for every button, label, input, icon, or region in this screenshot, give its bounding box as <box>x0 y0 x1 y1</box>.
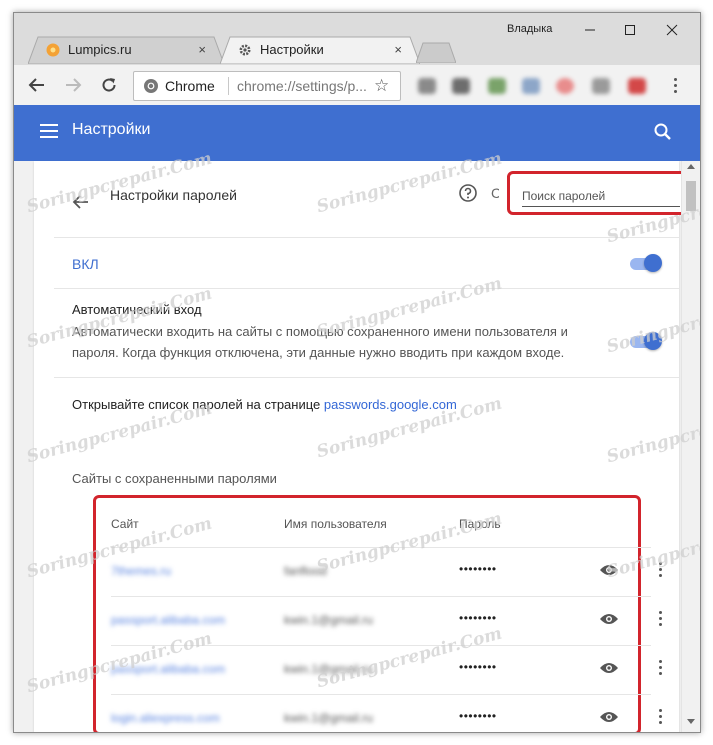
omnibox-scheme: Chrome <box>165 78 215 94</box>
settings-header: Настройки <box>14 105 700 161</box>
orange-flower-favicon <box>46 43 60 57</box>
reload-icon <box>102 78 116 92</box>
row-password: •••••••• <box>459 562 497 576</box>
autologin-title: Автоматический вход <box>72 302 202 317</box>
eye-icon[interactable] <box>599 563 619 577</box>
minimize-icon[interactable] <box>570 17 610 43</box>
row-username: kwin.1@gmail.ru <box>284 613 373 627</box>
row-site[interactable]: 7themes.ru <box>111 564 171 578</box>
search-icon[interactable] <box>652 121 674 143</box>
new-tab-button[interactable] <box>416 41 456 63</box>
password-manager-toggle[interactable] <box>628 253 664 273</box>
extension-icon[interactable] <box>522 78 540 94</box>
row-username: kwin.1@gmail.ru <box>284 711 373 725</box>
password-search-highlight <box>507 171 687 215</box>
column-header-password: Пароль <box>459 517 501 531</box>
eye-icon[interactable] <box>599 661 619 675</box>
row-password: •••••••• <box>459 660 497 674</box>
extension-icon[interactable] <box>452 78 470 94</box>
reload-button[interactable] <box>98 74 120 96</box>
extension-icon[interactable] <box>488 78 506 94</box>
tab-close-icon[interactable]: × <box>394 42 402 57</box>
table-row: passport.alibaba.com kwin.1@gmail.ru •••… <box>111 596 671 645</box>
scroll-up-icon[interactable] <box>687 164 695 169</box>
star-icon[interactable]: ☆ <box>374 76 389 96</box>
password-search-input[interactable] <box>522 186 680 207</box>
arrow-left-icon <box>28 78 44 92</box>
autologin-description: Автоматически входить на сайты с помощью… <box>72 324 568 360</box>
profile-name[interactable]: Владыка <box>507 23 552 35</box>
hamburger-menu-icon[interactable] <box>40 124 58 138</box>
tab-title: Настройки <box>260 42 324 57</box>
omnibox-divider <box>228 77 229 95</box>
row-username: kwin.1@gmail.ru <box>284 662 373 676</box>
saved-passwords-heading: Сайты с сохраненными паролями <box>72 471 277 486</box>
more-actions-icon[interactable] <box>657 660 663 678</box>
divider <box>54 237 679 238</box>
more-actions-icon[interactable] <box>657 611 663 629</box>
address-bar[interactable]: Chrome chrome://settings/p... ☆ <box>133 71 401 101</box>
extension-icon[interactable] <box>556 78 574 94</box>
row-password: •••••••• <box>459 611 497 625</box>
tab-settings[interactable]: Настройки × <box>220 36 420 64</box>
table-row: 7themes.ru fanflood •••••••• <box>111 547 671 596</box>
browser-toolbar: Chrome chrome://settings/p... ☆ <box>14 65 700 106</box>
scrollbar[interactable] <box>681 161 700 732</box>
omnibox-url: chrome://settings/p... <box>237 78 367 94</box>
chrome-icon <box>144 79 158 93</box>
tab-lumpics[interactable]: Lumpics.ru × <box>28 36 224 64</box>
close-icon[interactable] <box>652 17 692 43</box>
row-password: •••••••• <box>459 709 497 723</box>
arrow-right-icon <box>66 78 82 92</box>
eye-icon[interactable] <box>599 710 619 724</box>
passwords-google-link[interactable]: passwords.google.com <box>324 397 457 412</box>
divider <box>54 377 679 378</box>
more-actions-icon[interactable] <box>657 562 663 580</box>
password-manager-status: ВКЛ <box>72 256 99 272</box>
eye-icon[interactable] <box>599 612 619 626</box>
subpage-title: Настройки паролей <box>110 187 237 203</box>
row-site[interactable]: login.aliexpress.com <box>111 711 220 725</box>
row-username: fanflood <box>284 564 327 578</box>
forward-button[interactable] <box>62 74 84 96</box>
browser-menu-icon[interactable] <box>672 78 678 94</box>
autologin-toggle[interactable] <box>628 331 664 351</box>
search-icon: C <box>491 185 499 201</box>
scroll-thumb[interactable] <box>686 181 696 211</box>
browser-window: Владыка Lumpics.ru × Настройки × Chrome … <box>13 12 701 733</box>
open-passwords-label: Открывайте список паролей на странице <box>72 397 324 412</box>
table-row: passport.alibaba.com kwin.1@gmail.ru •••… <box>111 645 671 694</box>
extension-icon[interactable] <box>628 78 646 94</box>
back-button[interactable] <box>26 74 48 96</box>
settings-content: Настройки паролей C ВКЛ Автоматический в… <box>14 161 700 732</box>
page-title: Настройки <box>72 121 151 138</box>
tab-title: Lumpics.ru <box>68 42 132 57</box>
row-site[interactable]: passport.alibaba.com <box>111 613 225 627</box>
divider <box>54 288 679 289</box>
table-row: login.aliexpress.com kwin.1@gmail.ru •••… <box>111 694 671 732</box>
tab-close-icon[interactable]: × <box>198 42 206 57</box>
help-icon[interactable] <box>459 184 477 202</box>
more-actions-icon[interactable] <box>657 709 663 727</box>
passwords-card: Настройки паролей C ВКЛ Автоматический в… <box>34 161 687 732</box>
gear-icon <box>239 44 251 56</box>
extension-icon[interactable] <box>592 78 610 94</box>
column-header-username: Имя пользователя <box>284 517 387 531</box>
back-arrow-icon[interactable] <box>72 193 90 211</box>
extension-icon[interactable] <box>418 78 436 94</box>
maximize-icon[interactable] <box>610 17 650 43</box>
column-header-site: Сайт <box>111 517 139 531</box>
row-site[interactable]: passport.alibaba.com <box>111 662 225 676</box>
open-passwords-text: Открывайте список паролей на странице pa… <box>72 397 457 412</box>
scroll-down-icon[interactable] <box>687 719 695 724</box>
